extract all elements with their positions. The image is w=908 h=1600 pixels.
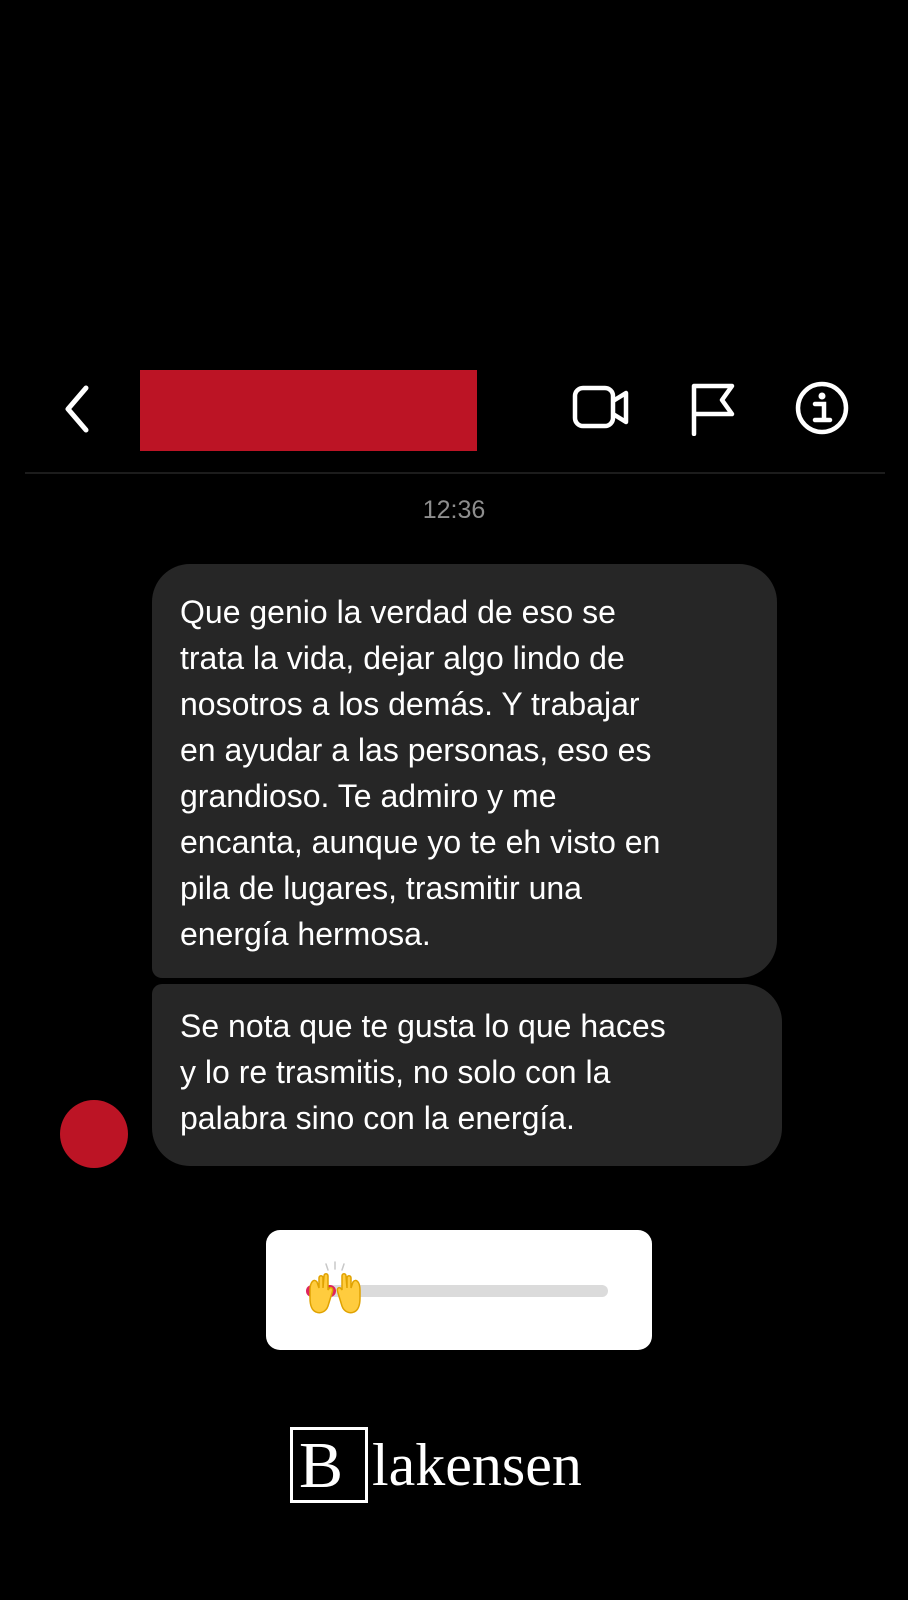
brand-watermark: B lakensen	[290, 1425, 630, 1505]
report-flag-button[interactable]	[686, 380, 738, 437]
message-text: Se nota que te gusta lo que haces y lo r…	[180, 1008, 666, 1136]
contact-name-redacted[interactable]	[140, 370, 477, 451]
emoji-slider-card	[266, 1230, 652, 1350]
header-divider	[25, 472, 885, 474]
video-call-button[interactable]	[572, 382, 632, 434]
message-bubble[interactable]: Que genio la verdad de eso se trata la v…	[152, 564, 777, 978]
info-circle-icon	[795, 381, 849, 435]
back-button[interactable]	[58, 382, 98, 436]
chevron-left-icon	[65, 385, 89, 433]
raising-hands-icon	[309, 1261, 361, 1314]
watermark-letter: B	[299, 1429, 344, 1502]
info-button[interactable]	[794, 380, 850, 436]
flag-icon	[691, 383, 735, 437]
watermark-text: lakensen	[372, 1432, 582, 1498]
chat-header	[0, 360, 908, 456]
message-text: Que genio la verdad de eso se trata la v…	[180, 594, 661, 952]
message-bubble[interactable]: Se nota que te gusta lo que haces y lo r…	[152, 984, 782, 1166]
watermark-logo-box: B	[290, 1427, 368, 1503]
message-timestamp: 12:36	[422, 496, 486, 524]
sender-avatar[interactable]	[60, 1100, 128, 1168]
video-camera-icon	[572, 385, 629, 429]
emoji-slider-thumb[interactable]	[304, 1260, 366, 1316]
